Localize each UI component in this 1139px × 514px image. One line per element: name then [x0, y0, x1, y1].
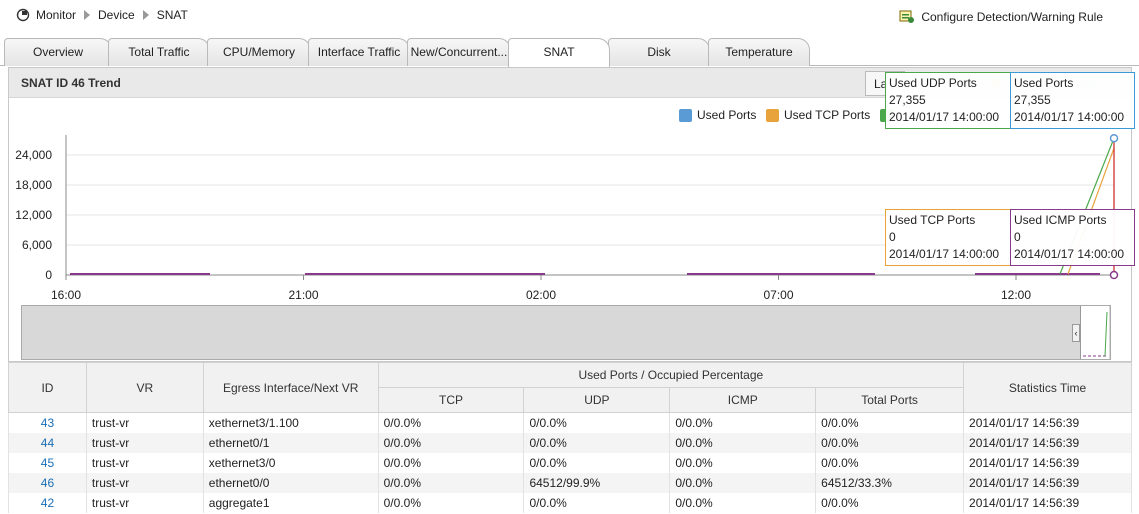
table-row[interactable]: 43 trust-vr xethernet3/1.100 0/0.0% 0/0.0% 0/… [8, 412, 1132, 433]
cell-udp: 0/0.0% [523, 452, 671, 473]
cell-tcp: 0/0.0% [377, 432, 525, 453]
x-tick-label: 07:00 [763, 288, 793, 300]
tooltip-time: 2014/01/17 14:00:00 [1014, 110, 1125, 124]
cell-total: 64512/33.3% [815, 472, 965, 493]
tooltip-time: 2014/01/17 14:00:00 [889, 247, 1000, 261]
col-egress[interactable]: Egress Interface/Next VR [202, 362, 379, 413]
tooltip-value: 27,355 [1014, 93, 1051, 107]
tooltip-time: 2014/01/17 14:00:00 [1014, 247, 1125, 261]
cell-tcp: 0/0.0% [377, 412, 525, 433]
cell-vr: trust-vr [85, 452, 204, 473]
navigator-window[interactable] [1080, 306, 1109, 359]
snat-id-link[interactable]: 43 [41, 416, 54, 430]
cell-tcp: 0/0.0% [377, 472, 525, 493]
tooltip-time: 2014/01/17 14:00:00 [889, 110, 1000, 124]
cell-time: 2014/01/17 14:56:39 [963, 492, 1132, 513]
cell-tcp: 0/0.0% [377, 452, 525, 473]
tooltip-label: Used TCP Ports [889, 213, 976, 227]
cell-egress: ethernet0/0 [202, 472, 379, 493]
tooltip-label: Used ICMP Ports [1014, 213, 1107, 227]
cell-icmp: 0/0.0% [669, 452, 817, 473]
cell-icmp: 0/0.0% [669, 432, 817, 453]
tooltip-value: 27,355 [889, 93, 926, 107]
snat-id-link[interactable]: 42 [41, 496, 54, 510]
cell-icmp: 0/0.0% [669, 472, 817, 493]
table-row[interactable]: 46 trust-vr ethernet0/0 0/0.0% 64512/99.9% 0/… [8, 472, 1132, 493]
cell-id: 43 [8, 412, 87, 433]
col-group-used-ports: Used Ports / Occupied Percentage [377, 362, 965, 388]
cell-time: 2014/01/17 14:56:39 [963, 472, 1132, 493]
tooltip-label: Used Ports [1014, 76, 1074, 90]
cell-egress: ethernet0/1 [202, 432, 379, 453]
col-vr[interactable]: VR [85, 362, 204, 413]
table-row[interactable]: 44 trust-vr ethernet0/1 0/0.0% 0/0.0% 0/0.0% 0… [8, 432, 1132, 453]
tooltip-tcp: Used TCP Ports 0 2014/01/17 14:00:00 [885, 209, 1011, 266]
cell-time: 2014/01/17 14:56:39 [963, 432, 1132, 453]
snat-id-link[interactable]: 46 [41, 476, 54, 490]
col-udp[interactable]: UDP [523, 387, 671, 413]
snat-table: ID VR Egress Interface/Next VR Used Port… [8, 362, 1132, 513]
y-tick-label: 18,000 [15, 178, 52, 192]
table-row[interactable]: 42 trust-vr aggregate1 0/0.0% 0/0.0% 0/0.0% 0/… [8, 492, 1132, 513]
x-tick-label: 21:00 [288, 288, 318, 300]
cell-egress: xethernet3/0 [202, 452, 379, 473]
tooltip-used: Used Ports 27,355 2014/01/17 14:00:00 [1010, 72, 1135, 129]
cell-total: 0/0.0% [815, 412, 965, 433]
tooltip-udp: Used UDP Ports 27,355 2014/01/17 14:00:0… [885, 72, 1011, 129]
series-point-icmp [1109, 270, 1119, 280]
x-tick-label: 02:00 [526, 288, 556, 300]
x-tick-label: 12:00 [1001, 288, 1031, 300]
navigator-sparkline [1083, 311, 1108, 357]
cell-id: 42 [8, 492, 87, 513]
tooltip-value: 0 [889, 230, 896, 244]
y-tick-label: 6,000 [22, 238, 52, 252]
y-tick-label: 12,000 [15, 208, 52, 222]
col-id[interactable]: ID [8, 362, 87, 413]
tooltip-icmp: Used ICMP Ports 0 2014/01/17 14:00:00 [1010, 209, 1135, 266]
cell-total: 0/0.0% [815, 432, 965, 453]
cell-vr: trust-vr [85, 432, 204, 453]
cell-udp: 0/0.0% [523, 432, 671, 453]
cell-udp: 0/0.0% [523, 492, 671, 513]
col-statistics-time[interactable]: Statistics Time [963, 362, 1132, 413]
chart-navigator[interactable]: ‹ [21, 305, 1111, 360]
table-row[interactable]: 45 trust-vr xethernet3/0 0/0.0% 0/0.0% 0/0.0%… [8, 452, 1132, 473]
series-point-used [1109, 133, 1119, 143]
cell-vr: trust-vr [85, 412, 204, 433]
snat-id-link[interactable]: 44 [41, 436, 54, 450]
cell-tcp: 0/0.0% [377, 492, 525, 513]
cell-id: 44 [8, 432, 87, 453]
navigator-left-handle[interactable]: ‹ [1072, 324, 1080, 342]
cell-vr: trust-vr [85, 492, 204, 513]
cell-time: 2014/01/17 14:56:39 [963, 412, 1132, 433]
cell-icmp: 0/0.0% [669, 492, 817, 513]
cell-vr: trust-vr [85, 472, 204, 493]
col-total-ports[interactable]: Total Ports [815, 387, 965, 413]
cell-egress: xethernet3/1.100 [202, 412, 379, 433]
cell-time: 2014/01/17 14:56:39 [963, 452, 1132, 473]
cell-total: 0/0.0% [815, 492, 965, 513]
cell-egress: aggregate1 [202, 492, 379, 513]
tooltip-label: Used UDP Ports [889, 76, 977, 90]
cell-id: 46 [8, 472, 87, 493]
tooltip-value: 0 [1014, 230, 1021, 244]
y-tick-label: 0 [45, 268, 52, 282]
cell-udp: 64512/99.9% [523, 472, 671, 493]
x-tick-label: 16:00 [51, 288, 81, 300]
cell-icmp: 0/0.0% [669, 412, 817, 433]
snat-id-link[interactable]: 45 [41, 456, 54, 470]
col-icmp[interactable]: ICMP [669, 387, 817, 413]
col-tcp[interactable]: TCP [377, 387, 525, 413]
y-tick-label: 24,000 [15, 148, 52, 162]
tab-snat[interactable]: SNAT [508, 38, 610, 67]
cell-id: 45 [8, 452, 87, 473]
cell-udp: 0/0.0% [523, 412, 671, 433]
cell-total: 0/0.0% [815, 452, 965, 473]
